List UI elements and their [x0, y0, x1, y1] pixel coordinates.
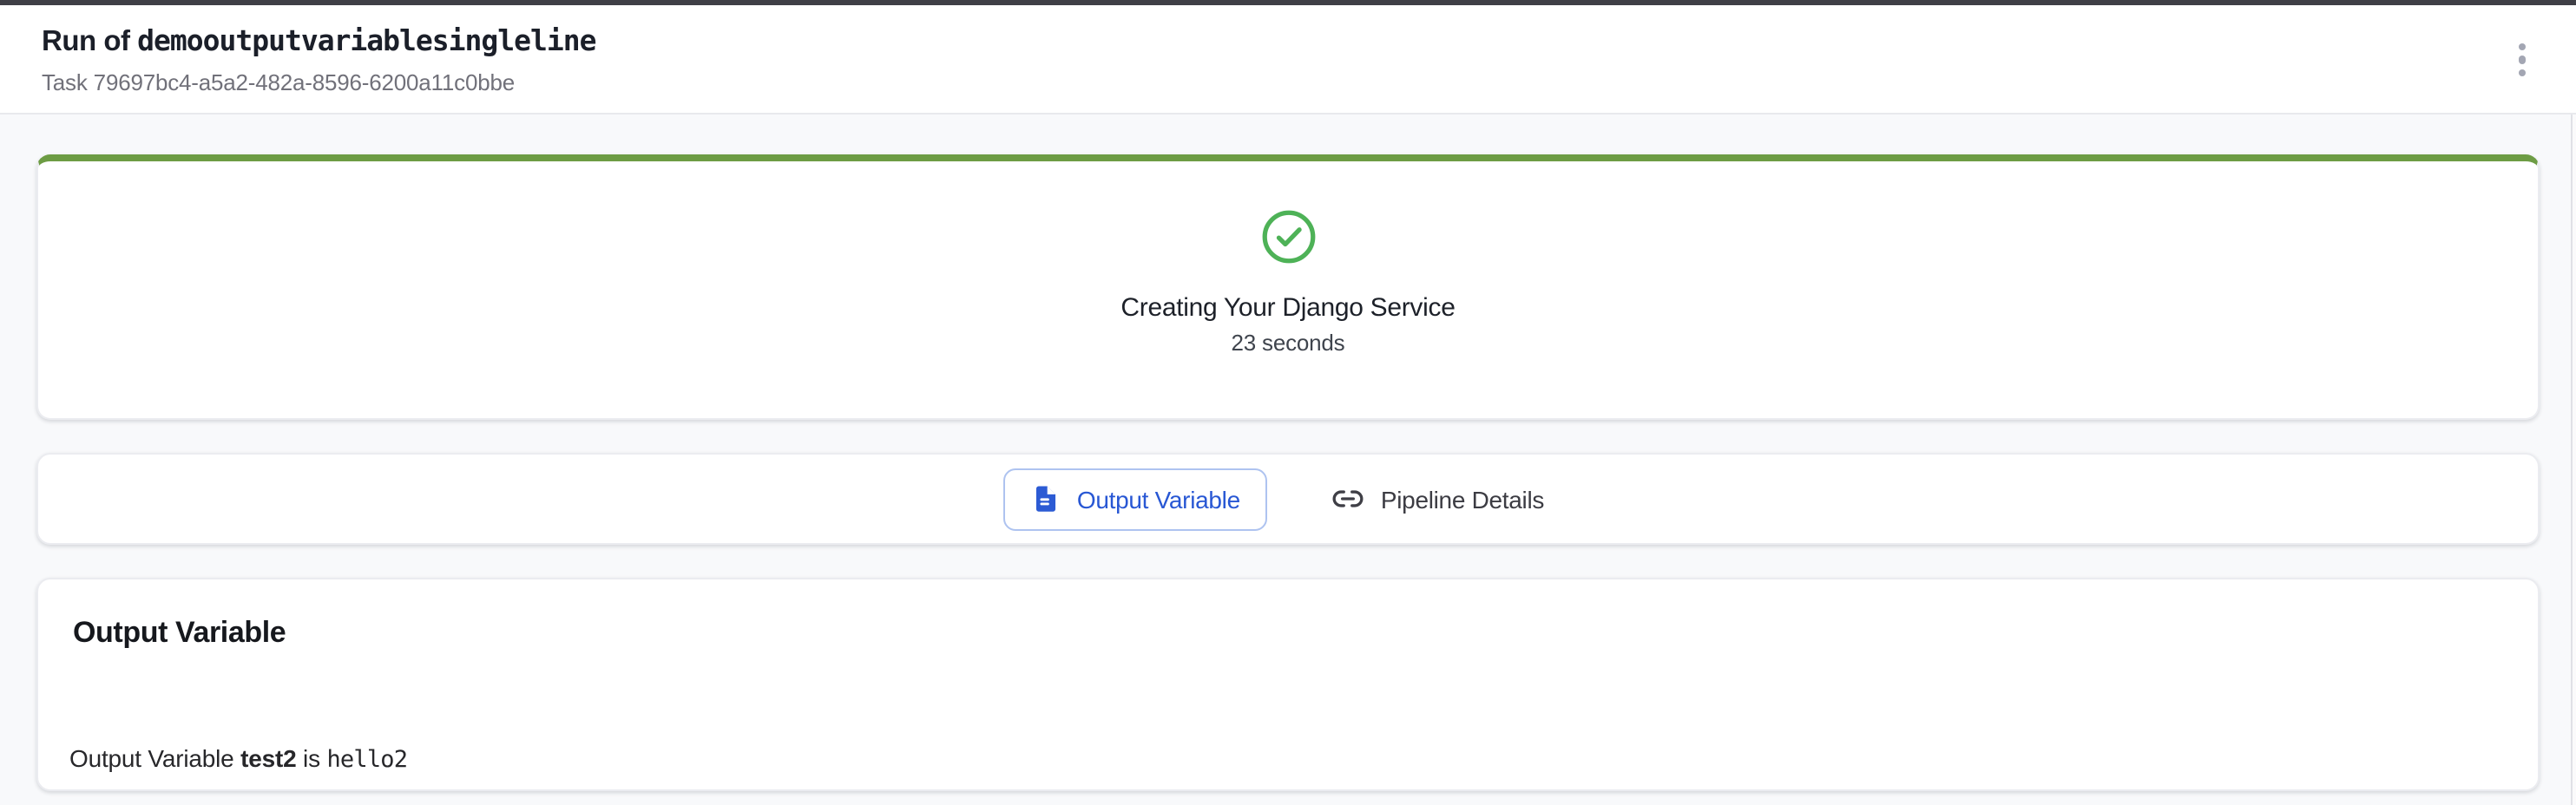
output-variable-value: hello2: [326, 746, 407, 774]
output-variable-line: Output Variable test2 is hello2: [69, 741, 2503, 777]
status-duration: 23 seconds: [1232, 328, 1345, 359]
status-card: Creating Your Django Service 23 seconds: [36, 154, 2540, 420]
status-step-title: Creating Your Django Service: [1120, 290, 1455, 326]
page: Run of demooutputvariablesingleline Task…: [0, 0, 2576, 805]
tab-pipeline-details[interactable]: Pipeline Details: [1304, 468, 1572, 530]
scrollbar-gutter[interactable]: [2570, 4, 2576, 805]
header-text: Run of demooutputvariablesingleline Task…: [42, 22, 595, 98]
file-text-icon: [1032, 484, 1061, 514]
link-icon: [1332, 482, 1365, 515]
pipeline-name: demooutputvariablesingleline: [137, 23, 595, 56]
kebab-menu-icon: [2519, 43, 2527, 50]
main-content: Creating Your Django Service 23 seconds …: [0, 115, 2576, 791]
tab-label: Pipeline Details: [1381, 485, 1544, 513]
page-title-prefix: Run of: [42, 25, 137, 56]
output-line-prefix: Output Variable: [69, 744, 240, 772]
check-circle-icon: [1259, 208, 1317, 265]
output-section-heading: Output Variable: [73, 612, 2503, 654]
page-header: Run of demooutputvariablesingleline Task…: [0, 4, 2576, 115]
tab-label: Output Variable: [1077, 485, 1240, 513]
task-id: Task 79697bc4-a5a2-482a-8596-6200a11c0bb…: [42, 67, 595, 98]
tabs-card: Output Variable Pipeline Details: [36, 453, 2540, 545]
page-title: Run of demooutputvariablesingleline: [42, 22, 595, 60]
output-variable-card: Output Variable Output Variable test2 is…: [36, 578, 2540, 791]
kebab-menu-button[interactable]: [2500, 34, 2545, 86]
tab-output-variable[interactable]: Output Variable: [1004, 468, 1268, 530]
output-line-connector: is: [296, 744, 326, 772]
output-variable-name: test2: [240, 744, 296, 772]
